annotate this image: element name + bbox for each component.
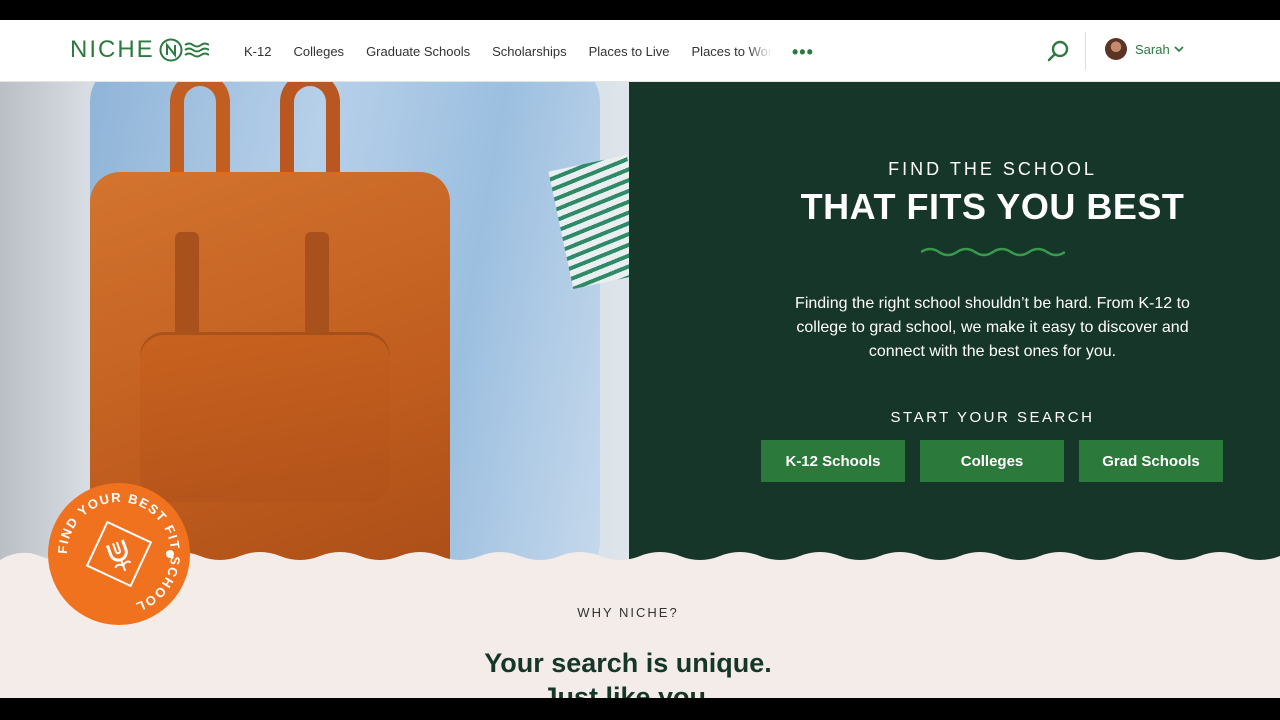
squiggle-divider-icon: [921, 247, 1065, 257]
chevron-down-icon: [1174, 46, 1184, 53]
nav-graduate-schools[interactable]: Graduate Schools: [366, 44, 470, 59]
nav-colleges[interactable]: Colleges: [293, 44, 344, 59]
search-buttons: K-12 Schools Colleges Grad Schools: [761, 440, 1238, 482]
nav-places-to-work[interactable]: Places to Wor: [692, 44, 772, 59]
best-fit-badge[interactable]: FIND YOUR BEST FIT SCHOOL: [48, 483, 190, 625]
browser-viewport: NICHE K-12 Colleges Graduate Schools Sch…: [0, 20, 1280, 698]
site-header: NICHE K-12 Colleges Graduate Schools Sch…: [0, 20, 1280, 82]
start-search-label: START YOUR SEARCH: [890, 409, 1095, 426]
nav-places-to-live[interactable]: Places to Live: [589, 44, 670, 59]
hero-title: THAT FITS YOU BEST: [800, 186, 1185, 227]
hero-panel: FIND THE SCHOOL THAT FITS YOU BEST Findi…: [629, 82, 1280, 560]
search-icon[interactable]: [1046, 38, 1072, 64]
hero-eyebrow: FIND THE SCHOOL: [888, 159, 1097, 179]
why-niche-heading: Your search is unique. Just like you.: [0, 646, 1256, 698]
main-nav: K-12 Colleges Graduate Schools Scholarsh…: [244, 20, 794, 82]
hero-description: Finding the right school shouldn’t be ha…: [795, 295, 1190, 360]
header-divider: [1085, 32, 1086, 70]
badge-text-icon: FIND YOUR BEST FIT SCHOOL: [55, 490, 182, 615]
why-heading-line-2: Just like you.: [542, 682, 714, 698]
wave-divider: [0, 552, 1280, 570]
colleges-button[interactable]: Colleges: [920, 440, 1064, 482]
niche-logo[interactable]: NICHE: [70, 36, 209, 64]
user-menu[interactable]: Sarah: [1105, 38, 1184, 60]
nav-scholarships[interactable]: Scholarships: [492, 44, 566, 59]
why-heading-line-1: Your search is unique.: [484, 648, 772, 678]
avatar: [1105, 38, 1127, 60]
user-name: Sarah: [1135, 41, 1170, 57]
ellipsis-icon[interactable]: •••: [792, 42, 814, 63]
k12-schools-button[interactable]: K-12 Schools: [761, 440, 905, 482]
grad-schools-button[interactable]: Grad Schools: [1079, 440, 1223, 482]
nav-k12[interactable]: K-12: [244, 44, 271, 59]
niche-logo-mark-icon: [159, 38, 209, 62]
logo-text: NICHE: [70, 36, 155, 63]
